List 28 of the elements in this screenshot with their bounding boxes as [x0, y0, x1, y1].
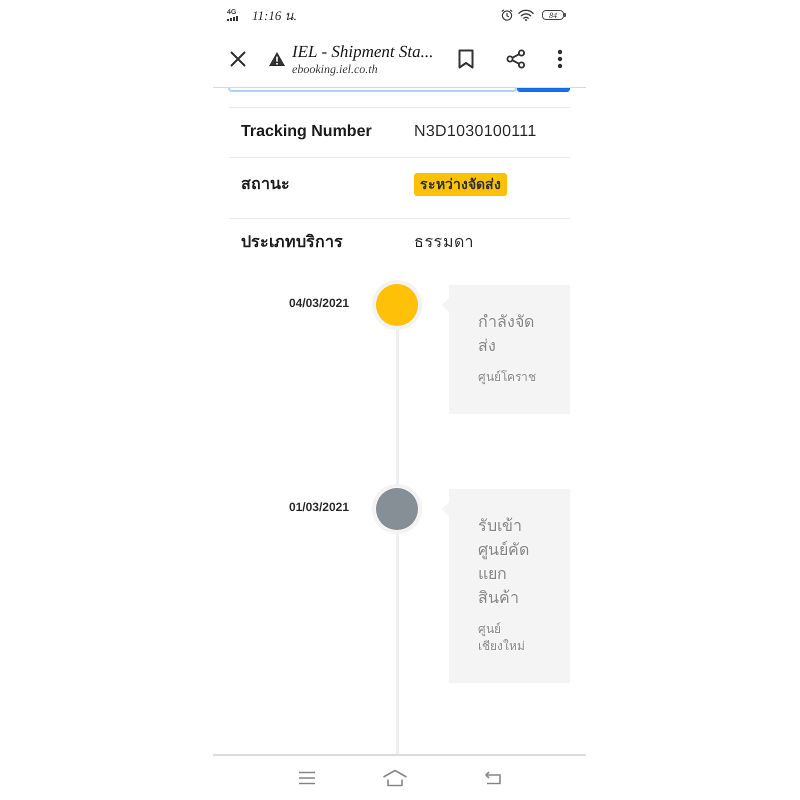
event-date: 04/03/2021 — [288, 295, 349, 311]
event-location: ศูนย์โคราช — [478, 369, 537, 386]
page-url: ebooking.iel.co.th — [292, 62, 379, 77]
wifi-icon — [518, 9, 534, 21]
event-title: รับเข้าศูนย์คัดแยกสินค้า — [478, 516, 530, 609]
page-title: IEL - Shipment Sta... — [292, 42, 434, 62]
event-date: 01/03/2021 — [288, 499, 349, 515]
close-icon[interactable] — [229, 50, 247, 68]
signal-icon — [227, 16, 239, 21]
more-icon[interactable] — [557, 48, 563, 68]
menu-icon[interactable] — [298, 771, 316, 785]
status-badge: ระหว่างจัดส่ง — [414, 173, 507, 196]
detail-value: ธรรมดา — [414, 233, 474, 253]
battery-indicator: 84 — [542, 10, 566, 20]
detail-label: ประเภทบริการ — [241, 233, 344, 253]
event-location: ศูนย์เชียงใหม่ — [478, 621, 526, 655]
detail-value: N3D1030100111 — [414, 122, 537, 142]
bookmark-icon[interactable] — [458, 48, 474, 68]
back-icon[interactable] — [484, 771, 502, 785]
event-title: กำลังจัดส่ง — [478, 313, 535, 357]
alarm-clock-icon — [501, 9, 513, 21]
detail-label: สถานะ — [241, 174, 291, 194]
share-icon[interactable] — [506, 48, 526, 68]
detail-label: Tracking Number — [241, 122, 373, 142]
warning-icon[interactable] — [269, 52, 285, 66]
input-field[interactable] — [228, 88, 517, 92]
home-icon[interactable] — [382, 769, 408, 787]
status-time: 11:16 น. — [252, 6, 297, 24]
